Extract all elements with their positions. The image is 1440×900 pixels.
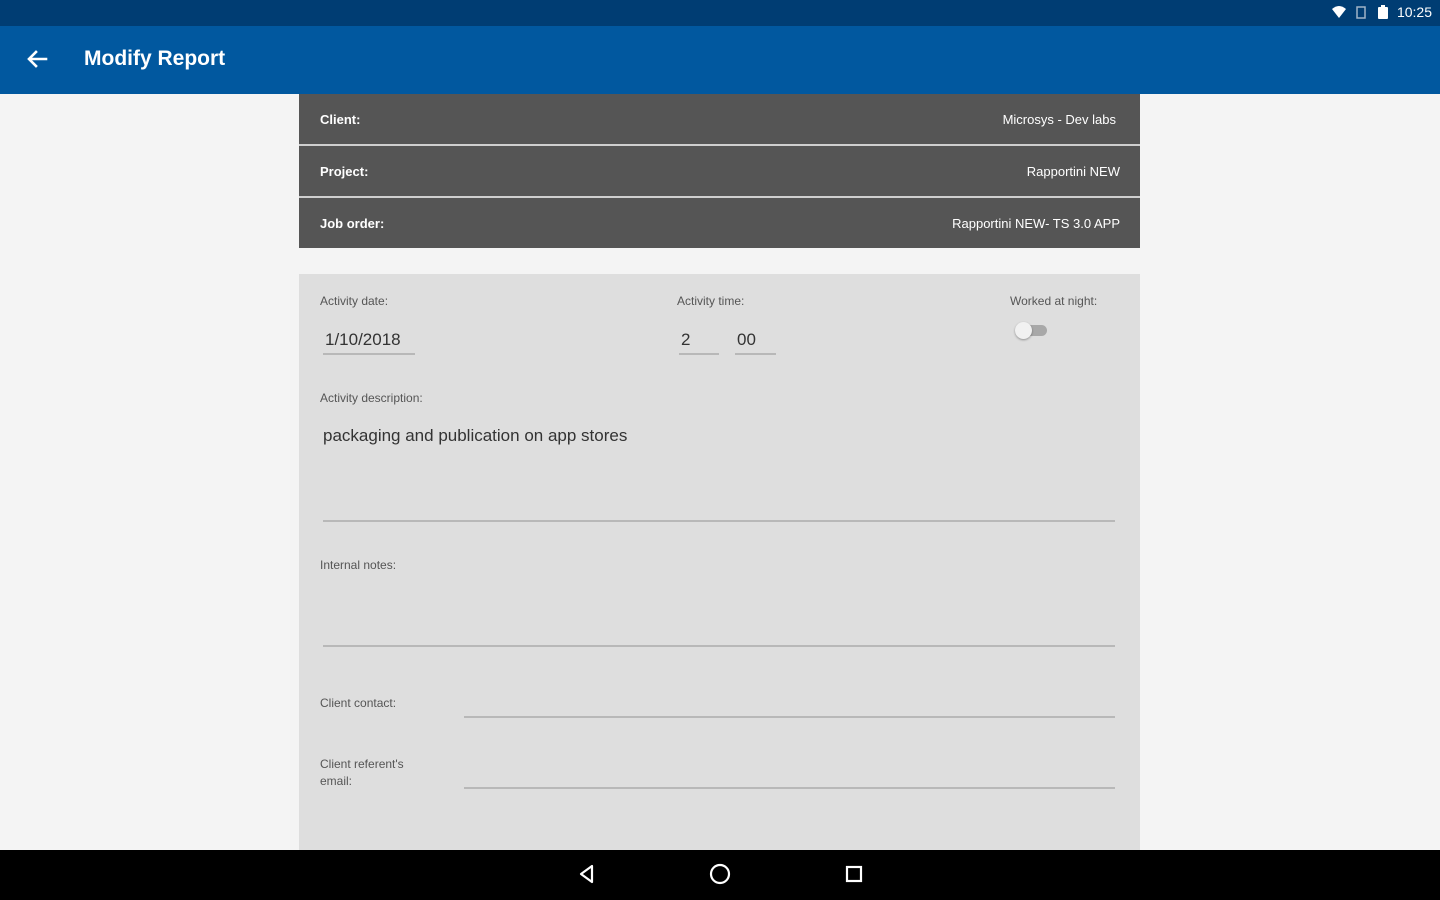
nav-back-button[interactable] <box>574 863 600 889</box>
signal-icon <box>1353 4 1369 20</box>
client-referent-email-label-line2: email: <box>320 774 353 788</box>
client-contact-underline <box>464 716 1115 718</box>
client-contact-label: Client contact: <box>320 696 397 710</box>
report-info-panel: Client: Microsys - Dev labs Project: Rap… <box>299 94 1140 248</box>
status-time: 10:25 <box>1396 4 1432 20</box>
home-circle-icon <box>708 862 732 891</box>
activity-time-hours-underline <box>679 353 719 355</box>
client-label: Client: <box>320 111 361 127</box>
worked-at-night-toggle[interactable] <box>1015 322 1047 339</box>
internal-notes-field[interactable] <box>323 574 1115 650</box>
internal-notes-label: Internal notes: <box>320 558 397 572</box>
status-icons: 10:25 <box>1331 4 1432 20</box>
client-referent-email-label-line1: Client referent's <box>320 757 404 771</box>
activity-time-minutes-value: 00 <box>737 330 756 349</box>
activity-time-hours-field[interactable]: 2 <box>679 326 721 356</box>
back-button[interactable] <box>20 44 54 78</box>
battery-icon <box>1375 4 1391 20</box>
toggle-thumb <box>1015 322 1032 339</box>
arrow-back-icon <box>26 48 48 75</box>
wifi-icon <box>1331 4 1347 20</box>
app-bar: Modify Report <box>0 26 1440 94</box>
activity-time-label: Activity time: <box>677 294 745 308</box>
job-order-label: Job order: <box>320 215 385 231</box>
project-row[interactable]: Project: Rapportini NEW <box>299 146 1140 196</box>
client-value: Microsys - Dev labs <box>1002 111 1116 127</box>
client-referent-email-field[interactable] <box>464 752 1115 792</box>
job-order-row[interactable]: Job order: Rapportini NEW- TS 3.0 APP <box>299 198 1140 248</box>
activity-description-label: Activity description: <box>320 391 423 405</box>
client-row[interactable]: Client: Microsys - Dev labs <box>299 94 1140 144</box>
status-bar: 10:25 <box>0 0 1440 26</box>
back-triangle-icon <box>576 863 598 890</box>
internal-notes-underline <box>323 645 1115 647</box>
activity-date-value: 1/10/2018 <box>325 330 401 349</box>
client-contact-field[interactable] <box>464 682 1115 720</box>
nav-home-button[interactable] <box>707 863 733 889</box>
project-value: Rapportini NEW <box>1026 163 1120 179</box>
project-label: Project: <box>320 163 369 179</box>
report-form: Activity date: 1/10/2018 Activity time: … <box>299 274 1140 850</box>
activity-description-underline <box>323 520 1115 522</box>
recents-square-icon <box>843 863 865 890</box>
activity-date-underline <box>323 353 415 355</box>
activity-time-minutes-underline <box>735 353 776 355</box>
activity-time-hours-value: 2 <box>681 330 691 349</box>
page-title: Modify Report <box>84 47 226 70</box>
activity-description-value: packaging and publication on app stores <box>323 426 628 445</box>
job-order-value: Rapportini NEW- TS 3.0 APP <box>952 215 1120 231</box>
activity-date-field[interactable]: 1/10/2018 <box>323 326 415 356</box>
worked-at-night-label: Worked at night: <box>1010 294 1098 308</box>
activity-description-field[interactable]: packaging and publication on app stores <box>323 420 1115 524</box>
activity-time-minutes-field[interactable]: 00 <box>735 326 777 356</box>
system-nav-bar <box>0 850 1440 900</box>
client-referent-email-underline <box>464 787 1115 789</box>
nav-recents-button[interactable] <box>841 863 867 889</box>
activity-date-label: Activity date: <box>320 294 389 308</box>
